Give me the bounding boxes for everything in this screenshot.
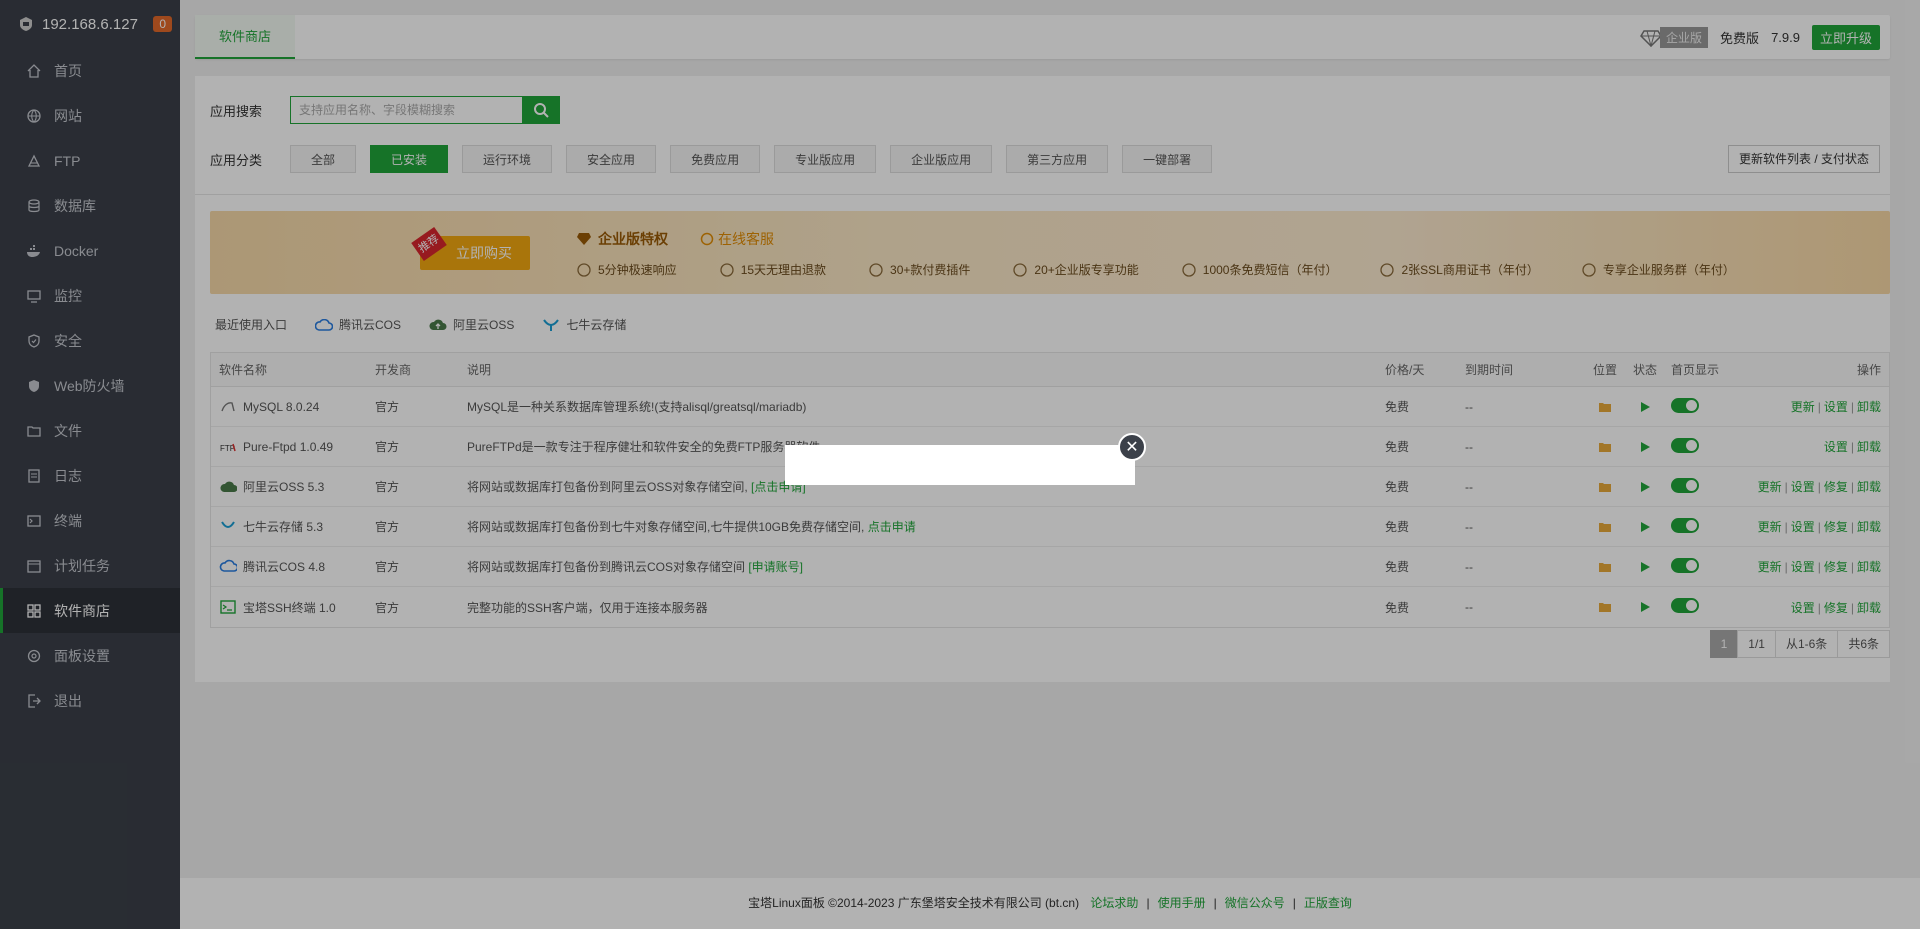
loading-dialog: [785, 445, 1135, 485]
close-icon[interactable]: ✕: [1118, 433, 1146, 461]
